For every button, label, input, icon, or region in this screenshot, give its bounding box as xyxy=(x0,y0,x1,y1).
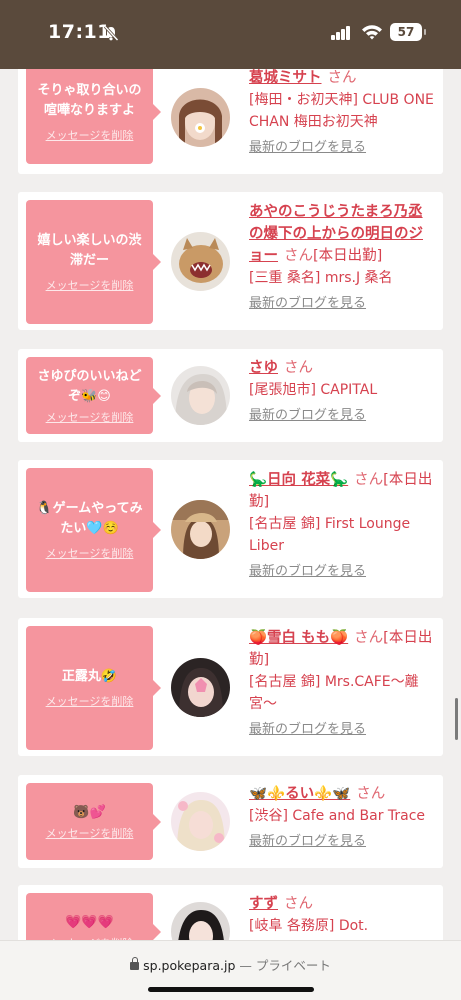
latest-blog-link[interactable]: 最新のブログを見る xyxy=(249,295,366,313)
status-time: 17:11 xyxy=(48,21,111,43)
message-bubble: 嬉しい楽しいの渋滞だー メッセージを削除 xyxy=(26,200,161,324)
delete-message-link[interactable]: メッセージを削除 xyxy=(46,411,134,425)
honorific: さん xyxy=(284,896,313,912)
message-card: 💗💗💗 メッセージを削除 すずさん [岐阜 各務原] Dot. xyxy=(18,885,443,940)
cast-name-link[interactable]: さゆ xyxy=(249,360,278,376)
avatar[interactable] xyxy=(171,902,230,940)
latest-blog-link[interactable]: 最新のブログを見る xyxy=(249,721,366,739)
honorific: さん xyxy=(327,70,357,86)
message-text: 嬉しい楽しいの渋滞だー xyxy=(37,233,142,268)
cast-info: 🦕日向 花菜🦕 さん[本日出勤] [名古屋 錦] First Lounge Lib… xyxy=(249,469,437,581)
message-card: 嬉しい楽しいの渋滞だー メッセージを削除 あやのこうじうたまろ乃丞の爆下の上から… xyxy=(18,192,443,330)
shift-status: [本日出勤] xyxy=(313,248,383,264)
honorific: さん xyxy=(354,472,384,488)
delete-message-link[interactable]: メッセージを削除 xyxy=(46,827,134,841)
message-text: 🐻💕 xyxy=(73,804,106,820)
wifi-icon xyxy=(362,25,382,40)
battery-indicator: 57 xyxy=(390,23,426,41)
message-bubble: 💗💗💗 メッセージを削除 xyxy=(26,893,161,940)
cast-info: 葛城ミサト さん [梅田・お初天神] CLUB ONE CHAN 梅田お初天神 最… xyxy=(249,69,437,157)
message-text: 正露丸🤣 xyxy=(61,669,118,684)
message-feed[interactable]: そりゃ取り合いの喧嘩なりますよ メッセージを削除 葛城ミサト さん [梅田・お初天… xyxy=(0,69,461,940)
home-indicator[interactable] xyxy=(148,987,314,992)
message-text: さゆぴのいいねど ぞ🐝😊 xyxy=(37,368,142,404)
message-bubble: 🐧ゲームやってみたい🩵☺️ メッセージを削除 xyxy=(26,468,161,592)
message-text: 🐧ゲームやってみたい🩵☺️ xyxy=(36,501,143,536)
shop-info: [名古屋 錦] First Lounge Liber xyxy=(249,516,411,554)
message-bubble: さゆぴのいいねど ぞ🐝😊 メッセージを削除 xyxy=(26,357,161,434)
cast-name-link[interactable]: 葛城ミサト xyxy=(249,70,322,86)
avatar[interactable] xyxy=(171,500,230,559)
status-bar: 17:11 57 xyxy=(0,0,461,69)
cast-info: あやのこうじうたまろ乃丞の爆下の上からの明日のジョー さん[本日出勤] [三重 桑… xyxy=(249,201,437,313)
cast-name-link[interactable]: 🦕日向 花菜🦕 xyxy=(249,472,348,488)
latest-blog-link[interactable]: 最新のブログを見る xyxy=(249,139,366,157)
delete-message-link[interactable]: メッセージを削除 xyxy=(46,279,134,293)
private-browsing-label: — プライベート xyxy=(239,958,331,973)
shop-info: [名古屋 錦] Mrs.CAFE〜離宮〜 xyxy=(249,674,419,712)
shop-info: [渋谷] Cafe and Bar Trace xyxy=(249,808,426,824)
cast-name-link[interactable]: 🍑雪白 もも🍑 xyxy=(249,630,348,646)
browser-url-bar[interactable]: sp.pokepara.jp — プライベート xyxy=(0,940,461,1000)
message-text: 💗💗💗 xyxy=(65,914,114,930)
scrollbar-thumb[interactable] xyxy=(455,698,458,740)
delete-message-link[interactable]: メッセージを削除 xyxy=(46,129,134,143)
honorific: さん xyxy=(354,630,384,646)
honorific: さん xyxy=(284,360,313,376)
message-bubble: 正露丸🤣 メッセージを削除 xyxy=(26,626,161,750)
avatar[interactable] xyxy=(171,792,230,851)
bell-slash-icon xyxy=(103,25,119,41)
delete-message-link[interactable]: メッセージを削除 xyxy=(46,547,134,561)
message-card: 正露丸🤣 メッセージを削除 🍑雪白 もも🍑 さん[本日出勤] [名古屋 錦] Mr… xyxy=(18,618,443,756)
message-card: 🐻💕 メッセージを削除 🦋⚜️るい⚜️🦋 さん [渋谷] Cafe and Bar… xyxy=(18,775,443,868)
cast-name-link[interactable]: すず xyxy=(249,896,278,912)
message-bubble: 🐻💕 メッセージを削除 xyxy=(26,783,161,860)
lock-icon xyxy=(130,957,140,970)
latest-blog-link[interactable]: 最新のブログを見る xyxy=(249,407,366,425)
shop-info: [三重 桑名] mrs.J 桑名 xyxy=(249,270,393,286)
message-card: そりゃ取り合いの喧嘩なりますよ メッセージを削除 葛城ミサト さん [梅田・お初天… xyxy=(18,69,443,174)
cast-name-link[interactable]: 🦋⚜️るい⚜️🦋 xyxy=(249,786,350,802)
message-card: さゆぴのいいねど ぞ🐝😊 メッセージを削除 さゆ さん [尾張旭市] CAPITA… xyxy=(18,349,443,442)
latest-blog-link[interactable]: 最新のブログを見る xyxy=(249,833,366,851)
delete-message-link[interactable]: メッセージを削除 xyxy=(46,695,134,709)
message-card: 🐧ゲームやってみたい🩵☺️ メッセージを削除 🦕日向 花菜🦕 さん[本日出勤] [… xyxy=(18,460,443,598)
cast-info: 🍑雪白 もも🍑 さん[本日出勤] [名古屋 錦] Mrs.CAFE〜離宮〜 最新の… xyxy=(249,627,437,739)
shop-info: [梅田・お初天神] CLUB ONE CHAN 梅田お初天神 xyxy=(249,92,434,130)
honorific: さん xyxy=(284,248,313,264)
shop-info: [尾張旭市] CAPITAL xyxy=(249,382,378,398)
message-text: そりゃ取り合いの喧嘩なりますよ xyxy=(37,82,142,118)
cast-info: さゆ さん [尾張旭市] CAPITAL 最新のブログを見る xyxy=(249,357,437,425)
shop-info: [岐阜 各務原] Dot. xyxy=(249,918,369,934)
latest-blog-link[interactable]: 最新のブログを見る xyxy=(249,563,366,581)
message-bubble: そりゃ取り合いの喧嘩なりますよ メッセージを削除 xyxy=(26,69,161,164)
url-domain: sp.pokepara.jp xyxy=(143,958,236,973)
avatar[interactable] xyxy=(171,232,230,291)
avatar[interactable] xyxy=(171,88,230,147)
honorific: さん xyxy=(356,786,386,802)
cast-info: すず さん [岐阜 各務原] Dot. xyxy=(249,893,437,937)
avatar[interactable] xyxy=(171,658,230,717)
avatar[interactable] xyxy=(171,366,230,425)
cast-info: 🦋⚜️るい⚜️🦋 さん [渋谷] Cafe and Bar Trace 最新のブロ… xyxy=(249,783,437,851)
